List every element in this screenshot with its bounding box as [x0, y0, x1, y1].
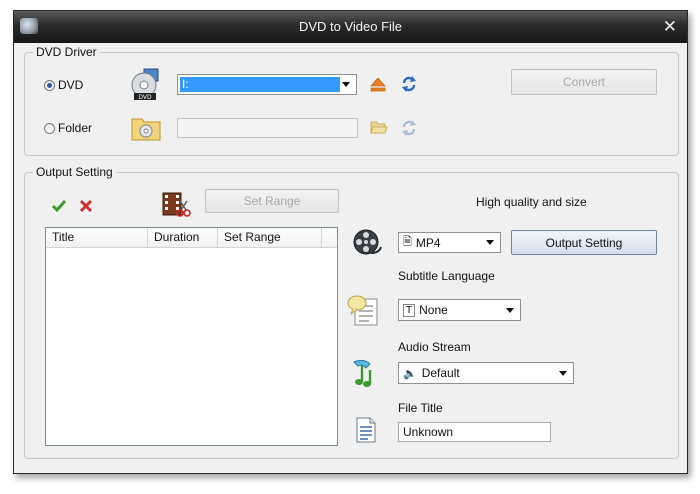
output-setting-label: Output Setting [33, 165, 116, 179]
folder-refresh-icon[interactable] [401, 119, 417, 137]
dvd-radio-label: DVD [58, 78, 84, 92]
main-window: DVD to Video File ✕ DVD Driver DVD DVD I… [13, 10, 688, 474]
document-icon [356, 417, 376, 443]
format-select[interactable]: 🗎 MP4 [398, 232, 501, 253]
title-list-header: Title Duration Set Range [46, 228, 337, 248]
film-reel-icon [353, 229, 382, 255]
folder-radio-label: Folder [58, 121, 93, 135]
drive-select[interactable]: I: [177, 74, 357, 95]
film-cut-icon[interactable] [161, 191, 191, 219]
chevron-down-icon[interactable] [506, 307, 514, 313]
window-title: DVD to Video File [298, 19, 403, 34]
quality-text: High quality and size [476, 195, 587, 209]
subtitle-select[interactable]: T None [398, 299, 521, 321]
subtitle-icon [347, 295, 378, 326]
file-title-input[interactable]: Unknown [398, 422, 551, 442]
music-note-icon [353, 359, 372, 387]
dvd-disc-icon: DVD [131, 68, 159, 101]
subtitle-label: Subtitle Language [398, 269, 495, 283]
folder-dvd-icon [131, 118, 161, 141]
text-icon: T [403, 303, 416, 317]
dvd-radio[interactable]: DVD [44, 78, 83, 92]
audio-label: Audio Stream [398, 340, 471, 354]
audio-select[interactable]: 🔈 Default [398, 362, 574, 384]
format-select-value: MP4 [415, 235, 441, 250]
folder-radio-dot[interactable] [44, 122, 55, 134]
title-list[interactable]: Title Duration Set Range [45, 227, 338, 446]
dvd-radio-dot[interactable] [44, 79, 55, 91]
speaker-icon: 🔈 [403, 367, 417, 380]
chevron-down-icon[interactable] [559, 370, 567, 376]
refresh-icon[interactable] [401, 75, 417, 93]
set-range-button[interactable]: Set Range [205, 189, 339, 213]
uncheck-all-icon[interactable] [79, 199, 93, 213]
audio-select-value: Default [421, 366, 460, 380]
svg-text:DVD: DVD [138, 94, 152, 101]
drive-select-value: I: [180, 77, 340, 92]
file-title-value: Unknown [403, 425, 454, 439]
dvd-driver-label: DVD Driver [33, 45, 100, 59]
close-icon[interactable]: ✕ [663, 17, 677, 37]
file-title-label: File Title [398, 401, 443, 415]
output-setting-button[interactable]: Output Setting [511, 230, 657, 255]
title-bar[interactable]: DVD to Video File ✕ [14, 11, 687, 43]
column-set-range[interactable]: Set Range [218, 228, 322, 247]
folder-radio[interactable]: Folder [44, 121, 92, 135]
column-duration[interactable]: Duration [148, 228, 218, 247]
column-title[interactable]: Title [46, 228, 148, 247]
folder-path-input[interactable] [177, 118, 358, 138]
format-icon: 🗎 [403, 236, 412, 248]
chevron-down-icon[interactable] [342, 82, 350, 87]
subtitle-select-value: None [419, 303, 448, 317]
convert-button[interactable]: Convert [511, 69, 657, 95]
check-all-icon[interactable] [51, 199, 67, 213]
dvd-driver-group [24, 52, 679, 156]
eject-icon[interactable] [370, 76, 386, 92]
open-folder-icon[interactable] [370, 119, 388, 135]
chevron-down-icon[interactable] [486, 240, 494, 245]
